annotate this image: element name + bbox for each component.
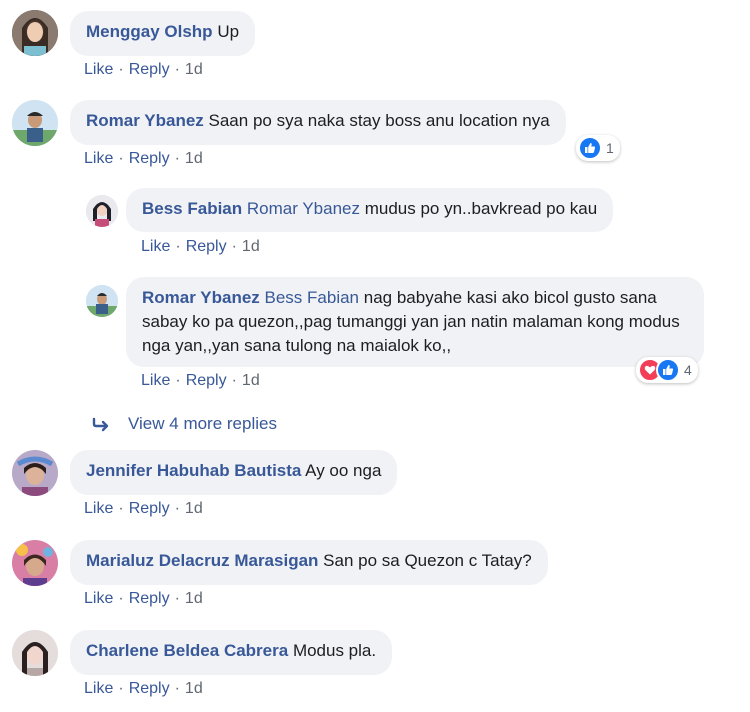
like-link[interactable]: Like — [141, 372, 170, 389]
reply-bubble: Bess Fabian Romar Ybanez mudus po yn..ba… — [126, 188, 614, 232]
comment-text: San po sa Quezon c Tatay? — [323, 551, 532, 570]
comment-actions: Like · Reply · 1d — [84, 150, 203, 168]
comment-actions: Like · Reply · 1d — [84, 590, 203, 608]
comment-bubble: Charlene Beldea Cabrera Modus pla. — [70, 630, 393, 675]
reply-link[interactable]: Reply — [186, 238, 227, 255]
comment-actions: Like · Reply · 1d — [141, 372, 260, 390]
comment-author[interactable]: Jennifer Habuhab Bautista — [86, 461, 301, 480]
mention-link[interactable]: Romar Ybanez — [247, 199, 360, 218]
like-link[interactable]: Like — [84, 150, 113, 167]
comment-timestamp[interactable]: 1d — [185, 150, 203, 167]
like-link[interactable]: Like — [141, 238, 170, 255]
like-link[interactable]: Like — [84, 680, 113, 697]
view-more-label[interactable]: View 4 more replies — [128, 414, 277, 434]
comment-timestamp[interactable]: 1d — [185, 680, 203, 697]
comment-bubble: Marialuz Delacruz Marasigan San po sa Qu… — [70, 540, 548, 585]
reaction-summary[interactable]: 4 — [636, 357, 698, 383]
dot-separator: · — [118, 61, 124, 78]
dot-separator: · — [174, 680, 180, 697]
reply-link[interactable]: Reply — [129, 150, 170, 167]
reply-link[interactable]: Reply — [186, 372, 227, 389]
avatar[interactable] — [12, 630, 58, 676]
avatar[interactable] — [12, 100, 58, 146]
comment-text: Up — [217, 22, 240, 41]
like-link[interactable]: Like — [84, 590, 113, 607]
comment-timestamp[interactable]: 1d — [185, 61, 203, 78]
comment-author[interactable]: Romar Ybanez — [86, 111, 204, 130]
reaction-count: 1 — [606, 140, 614, 156]
avatar[interactable] — [86, 285, 118, 317]
avatar[interactable] — [12, 450, 58, 496]
reply-bubble: Romar Ybanez Bess Fabian nag babyahe kas… — [126, 277, 704, 367]
dot-separator: · — [231, 238, 237, 255]
reply-link[interactable]: Reply — [129, 500, 170, 517]
comment-text: mudus po yn..bavkread po kau — [364, 199, 598, 218]
view-more-replies-link[interactable]: View 4 more replies — [92, 414, 277, 434]
comment-author[interactable]: Marialuz Delacruz Marasigan — [86, 551, 318, 570]
comment-text: Modus pla. — [292, 641, 377, 660]
dot-separator: · — [174, 150, 180, 167]
dot-separator: · — [118, 150, 124, 167]
comment-actions: Like · Reply · 1d — [84, 500, 203, 518]
dot-separator: · — [174, 500, 180, 517]
comment-timestamp[interactable]: 1d — [242, 372, 260, 389]
comment-author[interactable]: Bess Fabian — [142, 199, 242, 218]
reply-link[interactable]: Reply — [129, 61, 170, 78]
avatar[interactable] — [12, 10, 58, 56]
comment-bubble: Jennifer Habuhab Bautista Ay oo nga — [70, 450, 398, 495]
comment-actions: Like · Reply · 1d — [84, 61, 203, 79]
dot-separator: · — [175, 372, 181, 389]
comment-actions: Like · Reply · 1d — [84, 680, 203, 698]
mention-link[interactable]: Bess Fabian — [265, 288, 360, 307]
comment-text: Saan po sya naka stay boss anu location … — [208, 111, 550, 130]
comment-author[interactable]: Charlene Beldea Cabrera — [86, 641, 288, 660]
reaction-count: 4 — [684, 362, 692, 378]
dot-separator: · — [118, 590, 124, 607]
comment-timestamp[interactable]: 1d — [185, 500, 203, 517]
dot-separator: · — [175, 238, 181, 255]
comment-author[interactable]: Menggay Olshp — [86, 22, 213, 41]
comment-author[interactable]: Romar Ybanez — [142, 288, 260, 307]
comment-actions: Like · Reply · 1d — [141, 238, 260, 256]
avatar[interactable] — [86, 195, 118, 227]
dot-separator: · — [231, 372, 237, 389]
like-icon — [578, 136, 602, 160]
dot-separator: · — [174, 61, 180, 78]
dot-separator: · — [118, 500, 124, 517]
like-icon — [656, 358, 680, 382]
reply-link[interactable]: Reply — [129, 590, 170, 607]
comment-bubble: Menggay Olshp Up — [70, 11, 256, 56]
comment-bubble: Romar Ybanez Saan po sya naka stay boss … — [70, 100, 566, 145]
like-link[interactable]: Like — [84, 61, 113, 78]
reaction-summary[interactable]: 1 — [576, 135, 620, 161]
reply-arrow-icon — [92, 417, 109, 432]
comment-timestamp[interactable]: 1d — [185, 590, 203, 607]
dot-separator: · — [118, 680, 124, 697]
like-link[interactable]: Like — [84, 500, 113, 517]
avatar[interactable] — [12, 540, 58, 586]
dot-separator: · — [174, 590, 180, 607]
reply-link[interactable]: Reply — [129, 680, 170, 697]
comment-text: Ay oo nga — [305, 461, 382, 480]
comment-timestamp[interactable]: 1d — [242, 238, 260, 255]
